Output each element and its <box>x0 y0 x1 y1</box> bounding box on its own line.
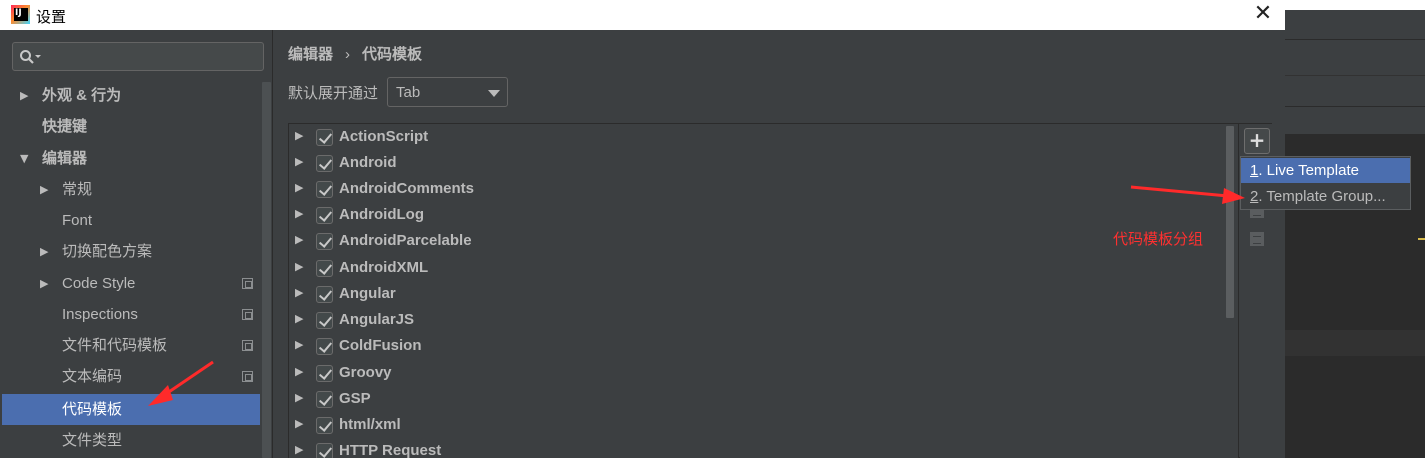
annotation-arrow-sidebar <box>148 360 214 406</box>
annotation-arrow-menu <box>1130 185 1245 204</box>
annotation-arrows <box>148 185 1245 406</box>
